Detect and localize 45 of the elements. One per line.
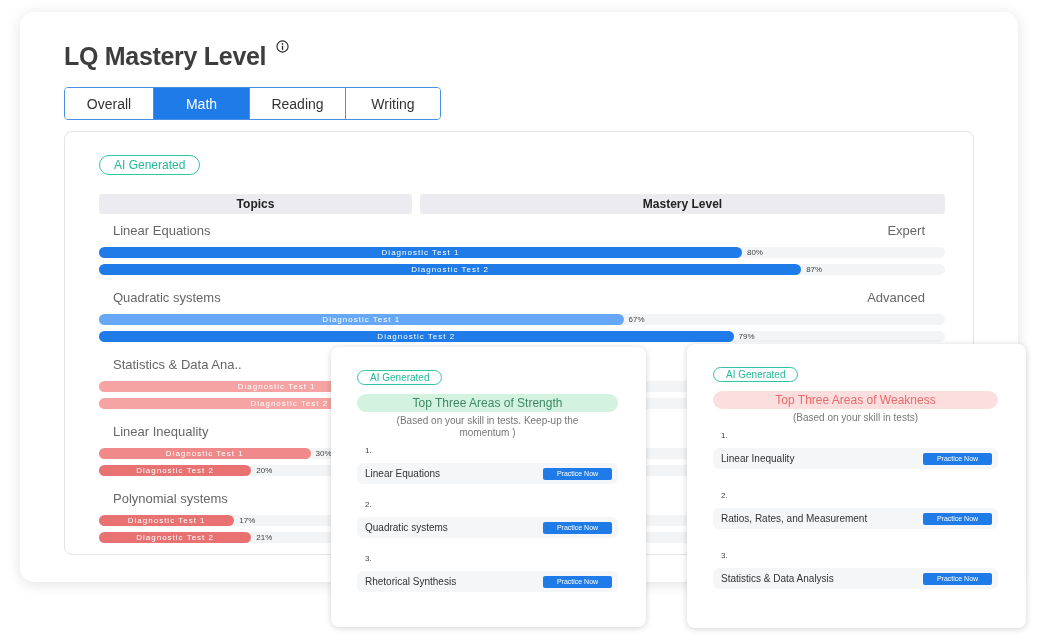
- percent-reading: 21%: [256, 533, 273, 542]
- topic-name: Statistics & Data Analysis: [721, 573, 834, 584]
- mastery-level-label: Advanced: [867, 290, 925, 307]
- topic-name: Linear Inequality: [721, 453, 795, 464]
- percent-reading: 17%: [239, 516, 256, 525]
- progress-fill: Diagnostic Test 2: [99, 264, 802, 275]
- mastery-level-label: Expert: [887, 223, 925, 240]
- column-header: Mastery Level: [420, 194, 945, 214]
- percent-reading: 67%: [628, 315, 645, 324]
- page-title: LQ Mastery Level: [64, 42, 267, 71]
- progress-fill: Diagnostic Test 1: [99, 515, 235, 526]
- card-heading: Top Three Areas of Strength: [357, 394, 618, 412]
- progress-fill: Diagnostic Test 2: [99, 331, 734, 342]
- percent-reading: 30%: [315, 449, 332, 458]
- percent-reading: 80%: [746, 248, 763, 257]
- progress-fill: Diagnostic Test 1: [99, 247, 742, 258]
- card-note: (Based on your skill in tests. Keep-up the momentum ): [395, 415, 580, 439]
- topic-name: Ratios, Rates, and Measurement: [721, 513, 868, 524]
- card-note: (Based on your skill in tests): [791, 412, 920, 424]
- progress-fill: Diagnostic Test 1: [99, 448, 311, 459]
- topic-name: Polynomial systems: [113, 491, 228, 508]
- item-number: 1.: [365, 446, 373, 455]
- card-heading: Top Three Areas of Weakness: [713, 391, 998, 409]
- progress-fill: Diagnostic Test 2: [99, 465, 252, 476]
- column-header: Topics: [99, 194, 412, 214]
- topic-name: Quadratic systems: [113, 290, 221, 307]
- subject-tab[interactable]: Overall: [65, 88, 154, 119]
- item-number: 2.: [721, 491, 729, 500]
- progress-fill: Diagnostic Test 2: [99, 532, 252, 543]
- item-number: 2.: [365, 500, 373, 509]
- topic-name: Statistics & Data Ana..: [113, 357, 242, 374]
- topic-name: Linear Equations: [365, 468, 441, 479]
- info-icon[interactable]: [276, 40, 290, 53]
- subject-tab[interactable]: Math: [154, 88, 250, 119]
- topic-name: Rhetorical Synthesis: [365, 576, 457, 587]
- percent-reading: 87%: [806, 265, 823, 274]
- percent-reading: 79%: [738, 332, 755, 341]
- topic-name: Quadratic systems: [365, 522, 448, 533]
- percent-reading: 20%: [256, 466, 273, 475]
- progress-fill: Diagnostic Test 1: [99, 314, 624, 325]
- item-number: 3.: [721, 551, 729, 560]
- topic-name: Linear Inequality: [113, 424, 209, 441]
- item-number: 1.: [721, 431, 729, 440]
- topic-name: Linear Equations: [113, 223, 211, 240]
- item-number: 3.: [365, 554, 373, 563]
